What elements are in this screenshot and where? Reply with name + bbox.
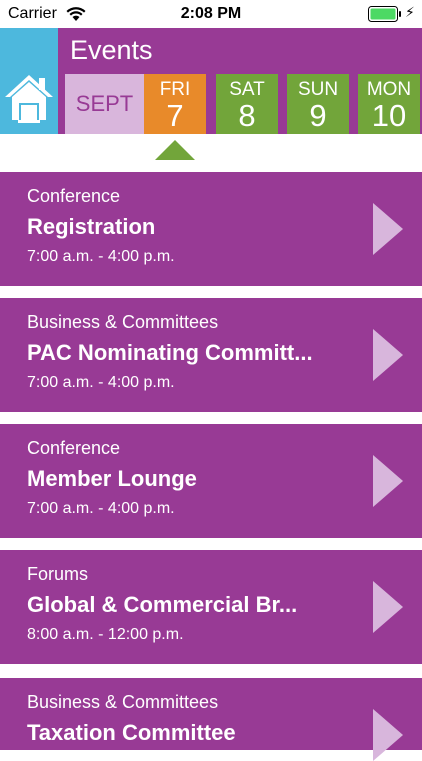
battery-icon xyxy=(368,6,401,22)
event-title: Member Lounge xyxy=(27,466,197,491)
event-category: Business & Committees xyxy=(27,312,219,332)
clock: 2:08 PM xyxy=(180,5,242,22)
event-title: Registration xyxy=(27,214,156,239)
event-category: Forums xyxy=(27,564,89,584)
event-item[interactable]: Business & Committees PAC Nominating Com… xyxy=(0,298,422,412)
chevron-right-icon xyxy=(373,709,403,761)
header: Events xyxy=(58,28,422,70)
chevron-right-icon xyxy=(373,455,403,507)
event-time: 7:00 a.m. - 4:00 p.m. xyxy=(27,500,175,517)
day-number: 9 xyxy=(309,98,327,133)
day-tile-sun[interactable]: SUN 9 xyxy=(287,74,349,134)
event-item[interactable]: Business & Committees Taxation Committee xyxy=(0,678,422,761)
status-bar: Carrier 2:08 PM ⚡ xyxy=(0,0,422,28)
day-number: 10 xyxy=(371,98,407,133)
home-button[interactable] xyxy=(0,28,58,134)
event-title: Global & Commercial Br... xyxy=(27,592,298,617)
event-time: 7:00 a.m. - 4:00 p.m. xyxy=(27,374,175,391)
charging-icon: ⚡ xyxy=(405,4,415,20)
event-category: Conference xyxy=(27,186,121,206)
event-category: Business & Committees xyxy=(27,692,219,712)
event-item[interactable]: Forums Global & Commercial Br... 8:00 a.… xyxy=(0,550,422,664)
selected-day-indicator xyxy=(155,140,195,160)
event-category: Conference xyxy=(27,438,121,458)
month-label: SEPT xyxy=(65,74,144,134)
day-number: 8 xyxy=(238,98,256,133)
event-item[interactable]: Conference Member Lounge 7:00 a.m. - 4:0… xyxy=(0,424,422,538)
chevron-right-icon xyxy=(373,581,403,633)
event-item[interactable]: Conference Registration 7:00 a.m. - 4:00… xyxy=(0,172,422,286)
page-title: Events xyxy=(70,35,153,65)
event-time: 8:00 a.m. - 12:00 p.m. xyxy=(27,626,184,643)
event-title: Taxation Committee xyxy=(27,720,236,745)
event-time: 7:00 a.m. - 4:00 p.m. xyxy=(27,248,175,265)
chevron-right-icon xyxy=(373,203,403,255)
day-number: 7 xyxy=(166,98,184,133)
date-selector: SEPT FRI 7 SAT 8 SUN 9 MON 10 xyxy=(58,70,422,134)
home-icon xyxy=(5,75,53,123)
day-tile-sat[interactable]: SAT 8 xyxy=(216,74,278,134)
day-tile-fri[interactable]: FRI 7 xyxy=(144,74,206,134)
day-tile-mon[interactable]: MON 10 xyxy=(358,74,420,134)
event-title: PAC Nominating Committ... xyxy=(27,340,313,365)
chevron-right-icon xyxy=(373,329,403,381)
